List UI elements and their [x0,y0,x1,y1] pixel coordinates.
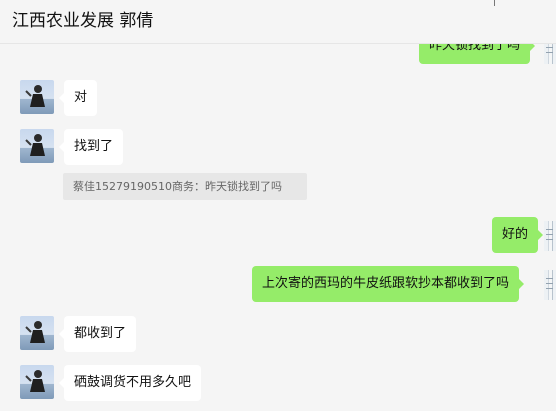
message-text: 都收到了 [74,326,127,341]
contact-avatar[interactable] [20,365,54,399]
message-list[interactable]: 昨天锁找到了吗 对 找到了 蔡佳15279190510商务：昨天锁找到了吗 好的… [0,44,556,411]
message-text: 上次寄的西玛的牛皮纸跟软抄本都收到了吗 [262,276,510,291]
chat-header: 江西农业发展 郭倩 [0,0,556,44]
message-bubble-out[interactable]: 好的 [492,217,544,253]
message-bubble-in[interactable]: 找到了 [58,129,124,165]
quoted-message[interactable]: 蔡佳15279190510商务：昨天锁找到了吗 [63,173,307,200]
quoted-text: 蔡佳15279190510商务：昨天锁找到了吗 [73,180,282,193]
chat-title: 江西农业发展 郭倩 [12,11,154,31]
message-text: 找到了 [74,139,114,154]
contact-avatar[interactable] [20,316,54,350]
message-text: 对 [74,90,88,105]
contact-avatar[interactable] [20,129,54,163]
window-edge-mark [494,0,495,6]
message-text: 硒鼓调货不用多久吧 [74,375,192,390]
message-bubble-out[interactable]: 昨天锁找到了吗 [419,44,536,64]
message-bubble-in[interactable]: 对 [58,80,98,116]
message-text: 昨天锁找到了吗 [429,44,521,53]
self-avatar[interactable] [544,221,556,251]
contact-avatar[interactable] [20,80,54,114]
message-bubble-in[interactable]: 都收到了 [58,316,137,352]
message-text: 好的 [502,227,529,242]
self-avatar[interactable] [544,270,556,300]
message-bubble-in[interactable]: 硒鼓调货不用多久吧 [58,365,202,401]
self-avatar[interactable] [544,44,556,64]
message-bubble-out[interactable]: 上次寄的西玛的牛皮纸跟软抄本都收到了吗 [252,266,525,302]
